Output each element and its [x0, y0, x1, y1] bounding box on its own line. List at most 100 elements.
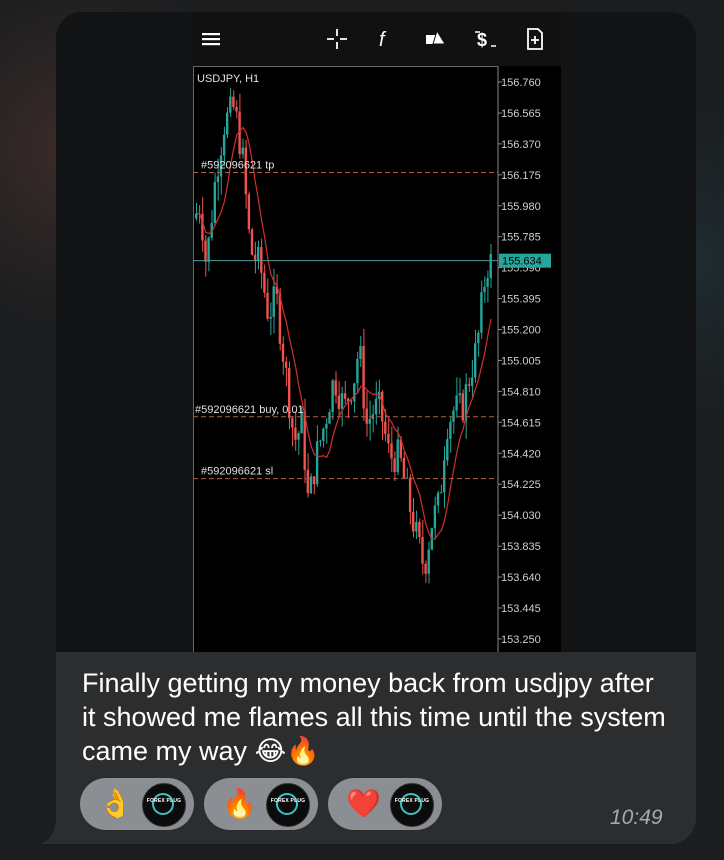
candle-body	[263, 272, 266, 293]
heart-emoji: ❤️	[346, 787, 381, 820]
y-tick-label: 156.370	[501, 139, 541, 151]
candle-body	[365, 408, 368, 424]
message-caption: Finally getting my money back from usdjp…	[82, 666, 672, 769]
reaction-fire[interactable]: 🔥 FOREX PLUG	[204, 778, 318, 830]
candle-body	[424, 563, 427, 574]
candle-body	[467, 384, 471, 386]
y-tick-label: 156.760	[501, 77, 541, 89]
candle-body	[312, 476, 316, 485]
candle-body	[412, 512, 415, 532]
candle-body	[340, 393, 344, 409]
avatar: FOREX PLUG	[142, 783, 186, 827]
menu-icon	[202, 33, 220, 46]
candle-body	[266, 292, 269, 319]
candle-body	[235, 107, 238, 112]
candle-body	[322, 428, 325, 441]
crosshair-icon	[327, 29, 347, 49]
candle-body	[393, 458, 396, 473]
y-tick-label: 155.980	[501, 201, 541, 213]
candle-body	[362, 345, 365, 409]
candle-body	[486, 278, 489, 287]
candle-body	[455, 395, 458, 411]
candle-body	[343, 393, 347, 399]
candle-body	[306, 469, 309, 494]
candle-body	[247, 194, 251, 230]
y-tick-label: 155.200	[501, 325, 541, 337]
candle-body	[418, 521, 421, 537]
avatar: FOREX PLUG	[266, 783, 310, 827]
y-tick-label: 153.250	[501, 634, 541, 646]
candle-body	[260, 246, 263, 273]
candle-body	[284, 361, 288, 369]
candlestick-chart: 156.760 156.565 156.370 156.175 155.980 155.7…	[193, 66, 561, 652]
svg-text:$: $	[477, 30, 487, 50]
y-tick-label: 156.175	[501, 170, 541, 182]
current-price-label: 155.634	[502, 256, 542, 268]
candle-body	[229, 96, 232, 113]
candle-body	[204, 240, 207, 262]
y-tick-label: 154.810	[501, 386, 541, 398]
candle-body	[291, 418, 294, 428]
candle-body	[374, 398, 378, 415]
candle-body	[480, 292, 483, 333]
candle-body	[207, 237, 210, 262]
candle-body	[213, 182, 216, 223]
candle-body	[489, 253, 492, 279]
caption-emojis: 😂🔥	[254, 736, 320, 767]
avatar-label: FOREX PLUG	[146, 798, 182, 804]
candle-body	[315, 441, 319, 485]
order-level-label: #592096621 buy, 0.01	[195, 404, 304, 416]
message-image[interactable]: f $ 156.760 156.565 156.370 156.175 155.980 1…	[56, 12, 696, 652]
candle-body	[334, 380, 337, 396]
candle-body	[405, 477, 409, 479]
reaction-heart[interactable]: ❤️ FOREX PLUG	[328, 778, 442, 830]
candle-body	[387, 433, 390, 444]
candle-body	[241, 147, 244, 155]
candle-body	[328, 412, 331, 424]
y-tick-label: 153.835	[501, 541, 541, 553]
candle-body	[216, 176, 220, 183]
trade-icon: $	[475, 30, 496, 50]
candle-body	[443, 460, 446, 493]
indicator-f-icon: f	[379, 29, 387, 51]
reaction-ok[interactable]: 👌 FOREX PLUG	[80, 778, 194, 830]
candle-body	[436, 492, 440, 506]
candle-body	[350, 401, 353, 403]
y-tick-label: 153.445	[501, 603, 541, 615]
candle-body	[272, 286, 275, 317]
candle-body	[257, 246, 260, 262]
svg-text:f: f	[379, 29, 387, 51]
caption-text: Finally getting my money back from usdjp…	[82, 668, 666, 766]
candle-body	[359, 345, 362, 359]
candle-body	[368, 419, 371, 424]
candle-body	[477, 332, 480, 344]
chart-screenshot: f $ 156.760 156.565 156.370 156.175 155.980 1…	[193, 12, 561, 652]
price-chart[interactable]: 156.760 156.565 156.370 156.175 155.980 155.7…	[193, 66, 561, 652]
order-level-label: #592096621 sl	[201, 466, 273, 478]
y-tick-label: 155.005	[501, 355, 541, 367]
candle-body	[446, 438, 449, 461]
order-level-label: #592096621 tp	[201, 159, 274, 171]
candle-body	[353, 383, 356, 402]
candle-body	[222, 134, 226, 156]
candle-body	[294, 427, 297, 440]
new-document-icon	[527, 28, 543, 50]
candle-body	[356, 358, 359, 384]
candle-body	[483, 286, 486, 293]
candle-body	[331, 380, 334, 413]
candle-body	[415, 521, 418, 532]
avatar: FOREX PLUG	[390, 783, 434, 827]
symbol-label: USDJPY, H1	[197, 73, 259, 85]
candle-body	[427, 549, 430, 574]
candle-body	[281, 343, 285, 362]
y-tick-label: 155.785	[501, 232, 541, 244]
candle-body	[232, 96, 235, 108]
candle-body	[452, 410, 455, 422]
y-tick-label: 156.565	[501, 108, 541, 120]
candle-body	[449, 421, 452, 439]
ok-hand-emoji: 👌	[98, 787, 133, 820]
candle-body	[309, 476, 313, 494]
avatar-label: FOREX PLUG	[394, 798, 430, 804]
candle-body	[396, 439, 399, 473]
message-time: 10:49	[610, 806, 663, 829]
